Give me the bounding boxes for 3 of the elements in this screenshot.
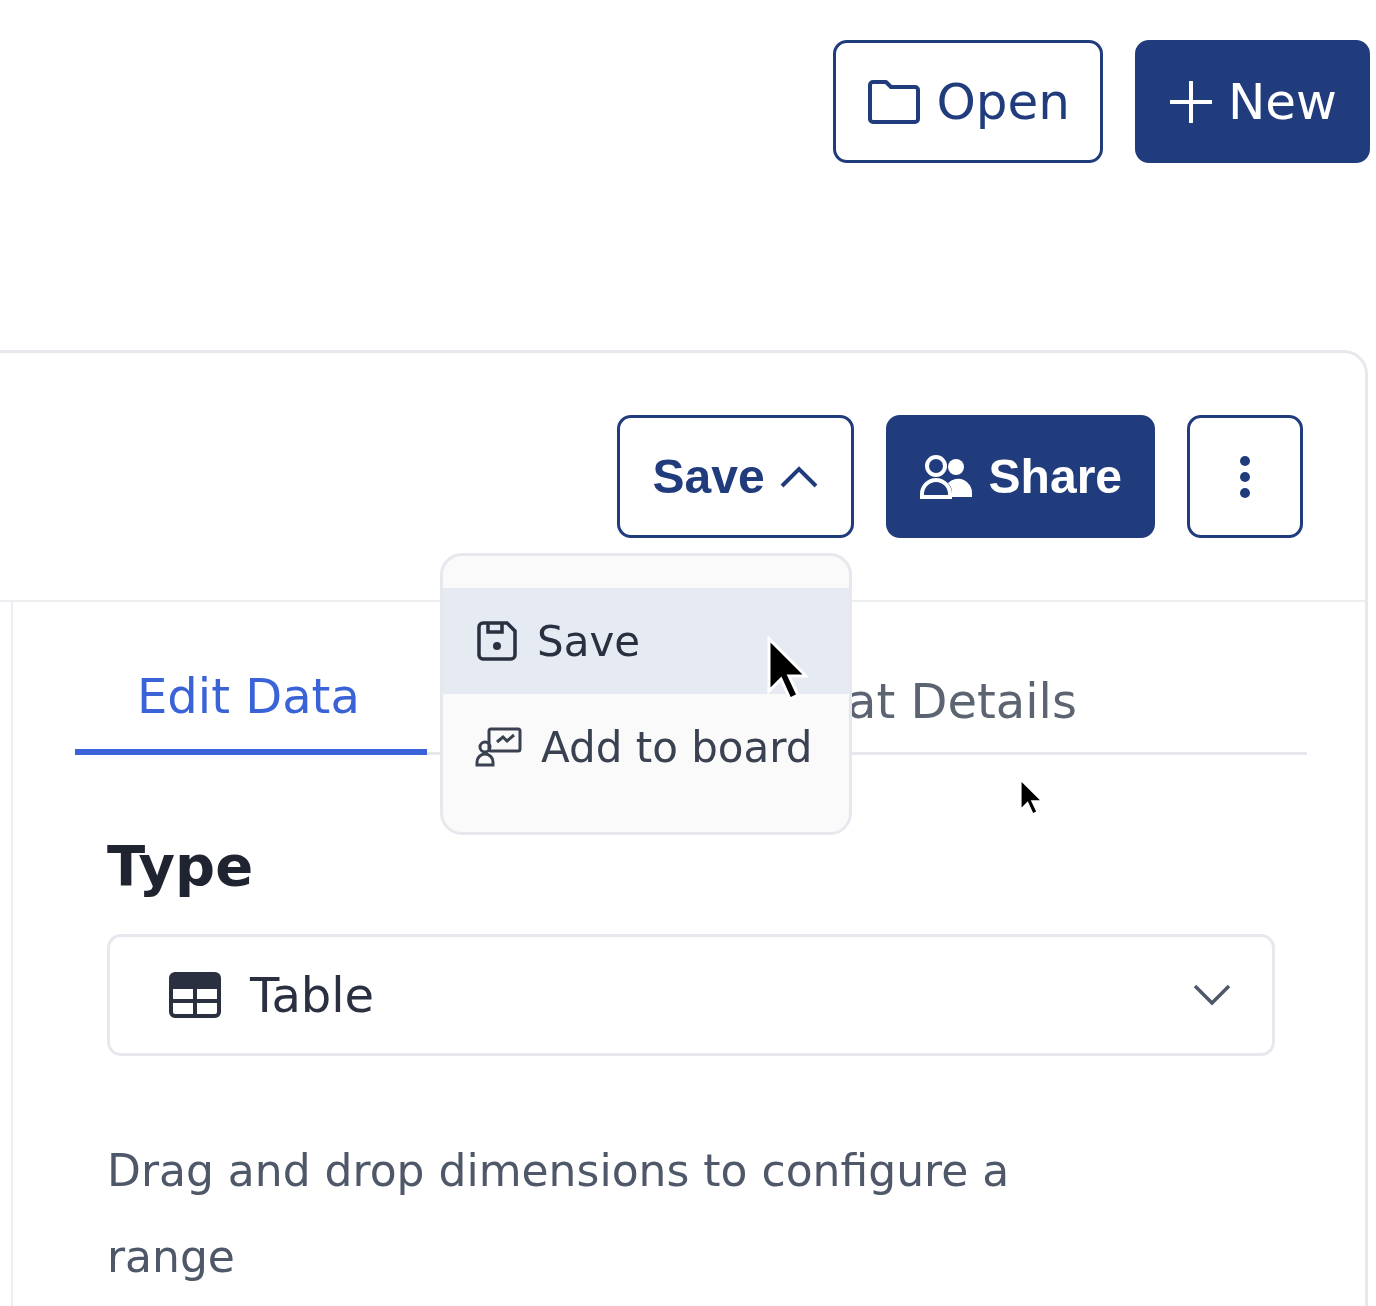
select-value: Table [250, 967, 376, 1023]
description-text: Drag and drop dimensions to configure a range [107, 1144, 1011, 1284]
section-heading: Type [107, 833, 255, 898]
